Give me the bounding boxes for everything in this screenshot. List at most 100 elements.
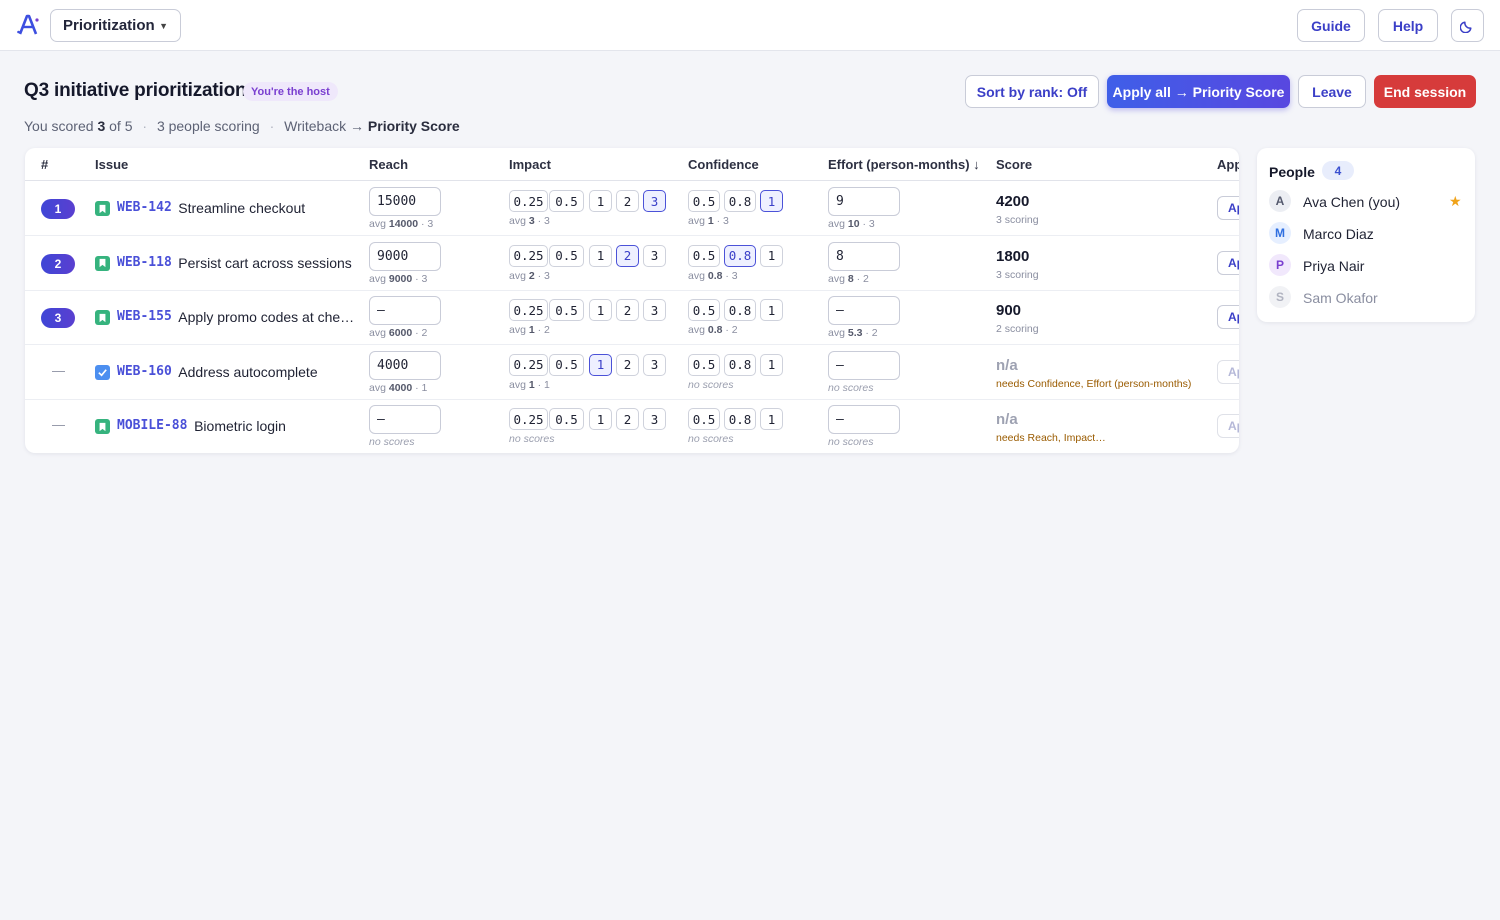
rank-badge: 1 [41, 199, 75, 219]
help-button[interactable]: Help [1378, 9, 1438, 42]
apply-row-button: Ap [1217, 414, 1239, 438]
rank-empty: — [52, 417, 65, 432]
confidence-option-0.5[interactable]: 0.5 [688, 353, 720, 376]
impact-option-1[interactable]: 1 [589, 244, 612, 267]
story-bookmark-icon [95, 310, 110, 325]
issue-key-link[interactable]: MOBILE-88 [117, 418, 187, 433]
reach-input[interactable]: – [369, 296, 441, 325]
issue-title: Streamline checkout [178, 200, 306, 216]
confidence-option-0.5[interactable]: 0.5 [688, 299, 720, 321]
table-row: — WEB-160 Address autocomplete 4000 avg 4000… [25, 345, 1239, 400]
table-row: 2 WEB-118 Persist cart across sessions 9000… [25, 236, 1239, 291]
score-value: 4200 [996, 193, 1030, 210]
people-scoring: 3 people scoring [156, 118, 260, 134]
host-star-icon: ★ [1449, 193, 1462, 209]
confidence-option-1[interactable]: 1 [760, 299, 783, 321]
impact-option-2[interactable]: 2 [616, 244, 639, 267]
effort-no-scores: no scores [828, 436, 874, 448]
guide-button[interactable]: Guide [1297, 9, 1365, 42]
effort-input[interactable]: 8 [828, 241, 900, 271]
column-header-rank: # [41, 157, 49, 172]
confidence-option-0.8[interactable]: 0.8 [724, 408, 756, 430]
scored-prefix: You scored [24, 118, 94, 134]
impact-option-2[interactable]: 2 [616, 408, 639, 430]
score-value: 900 [996, 302, 1022, 319]
end-session-button[interactable]: End session [1374, 75, 1476, 108]
issue-title: Biometric login [194, 418, 286, 434]
reach-input[interactable]: 9000 [369, 241, 441, 271]
confidence-option-1[interactable]: 1 [760, 244, 783, 267]
impact-option-0.25[interactable]: 0.25 [509, 190, 548, 212]
impact-option-2[interactable]: 2 [616, 299, 639, 321]
project-select[interactable]: Prioritization ▼ [50, 9, 181, 42]
rank-empty: — [52, 362, 65, 378]
impact-option-0.25[interactable]: 0.25 [509, 299, 548, 321]
effort-input[interactable]: – [828, 350, 900, 380]
confidence-option-0.5[interactable]: 0.5 [688, 408, 720, 430]
impact-option-1[interactable]: 1 [589, 408, 612, 430]
impact-option-3[interactable]: 3 [643, 353, 666, 376]
issue-key-link[interactable]: WEB-160 [117, 364, 172, 379]
impact-option-3[interactable]: 3 [643, 299, 666, 321]
confidence-option-0.8[interactable]: 0.8 [724, 244, 756, 267]
story-bookmark-icon [95, 255, 110, 271]
apply-row-button[interactable]: Ap [1217, 196, 1239, 220]
page-title: Q3 initiative prioritization [24, 80, 247, 101]
impact-option-0.25[interactable]: 0.25 [509, 353, 548, 376]
impact-option-1[interactable]: 1 [589, 299, 612, 321]
app-logo-icon[interactable] [16, 13, 40, 37]
issue-key-link[interactable]: WEB-118 [117, 255, 172, 270]
impact-option-0.25[interactable]: 0.25 [509, 408, 548, 430]
impact-option-1[interactable]: 1 [589, 353, 612, 376]
issue-key-link[interactable]: WEB-142 [117, 200, 172, 215]
confidence-no-scores: no scores [688, 433, 734, 445]
impact-option-3[interactable]: 3 [643, 244, 666, 267]
confidence-option-0.8[interactable]: 0.8 [724, 353, 756, 376]
scored-count: 3 [97, 118, 106, 134]
impact-average: avg 1 · 1 [509, 378, 550, 391]
impact-option-1[interactable]: 1 [589, 190, 612, 212]
confidence-option-1[interactable]: 1 [760, 408, 783, 430]
impact-option-0.5[interactable]: 0.5 [549, 244, 584, 267]
reach-average: avg 6000 · 2 [369, 327, 428, 339]
theme-toggle-button[interactable] [1451, 9, 1484, 42]
apply-row-button[interactable]: Ap [1217, 250, 1239, 275]
impact-option-0.25[interactable]: 0.25 [509, 244, 548, 267]
confidence-option-1[interactable]: 1 [760, 353, 783, 376]
impact-option-3[interactable]: 3 [643, 190, 666, 212]
rank-badge: 3 [41, 308, 75, 328]
person-name: Marco Diaz [1303, 226, 1374, 242]
confidence-option-0.5[interactable]: 0.5 [688, 244, 720, 267]
column-header-effort[interactable]: Effort (person-months) ↓ [828, 157, 980, 172]
host-badge: You're the host [243, 82, 338, 101]
impact-option-0.5[interactable]: 0.5 [549, 408, 584, 430]
writeback-target: Priority Score [367, 118, 460, 134]
scoring-table: # Issue Reach Impact Confidence Effort (… [25, 148, 1239, 453]
leave-button[interactable]: Leave [1298, 75, 1366, 108]
confidence-option-1[interactable]: 1 [760, 190, 783, 212]
avatar: A [1269, 190, 1291, 212]
reach-input[interactable]: 4000 [369, 350, 441, 380]
issue-key-link[interactable]: WEB-155 [117, 309, 172, 324]
apply-all-button[interactable]: Apply all → Priority Score [1107, 75, 1290, 108]
impact-option-0.5[interactable]: 0.5 [549, 299, 584, 321]
confidence-option-0.8[interactable]: 0.8 [724, 299, 756, 321]
effort-input[interactable]: – [828, 405, 900, 434]
confidence-option-0.8[interactable]: 0.8 [724, 190, 756, 212]
reach-input[interactable]: – [369, 405, 441, 434]
confidence-average: avg 0.8 · 3 [688, 269, 738, 282]
impact-option-0.5[interactable]: 0.5 [549, 353, 584, 376]
issue-title: Address autocomplete [178, 363, 318, 380]
impact-option-2[interactable]: 2 [616, 353, 639, 376]
reach-input[interactable]: 15000 [369, 187, 441, 216]
effort-input[interactable]: 9 [828, 187, 900, 216]
chevron-down-icon: ▼ [159, 20, 168, 31]
confidence-option-0.5[interactable]: 0.5 [688, 190, 720, 212]
impact-option-2[interactable]: 2 [616, 190, 639, 212]
impact-option-0.5[interactable]: 0.5 [549, 190, 584, 212]
impact-option-3[interactable]: 3 [643, 408, 666, 430]
effort-input[interactable]: – [828, 296, 900, 325]
apply-row-button[interactable]: Ap [1217, 305, 1239, 329]
sort-by-rank-button[interactable]: Sort by rank: Off [965, 75, 1099, 108]
avatar: M [1269, 222, 1291, 244]
